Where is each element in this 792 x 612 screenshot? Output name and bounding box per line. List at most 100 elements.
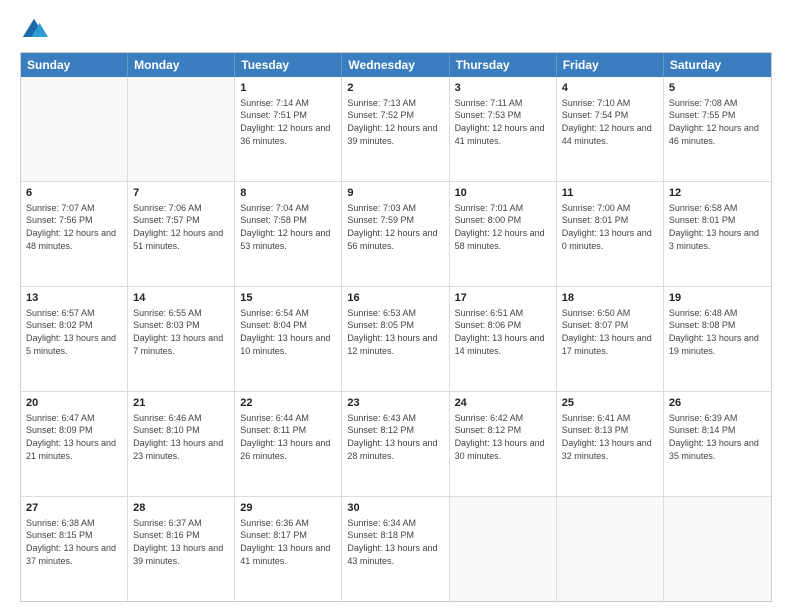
day-number: 14	[133, 291, 229, 306]
calendar-row-1: 6Sunrise: 7:07 AM Sunset: 7:56 PM Daylig…	[21, 182, 771, 287]
cell-info: Sunrise: 6:54 AM Sunset: 8:04 PM Dayligh…	[240, 307, 336, 357]
cell-info: Sunrise: 6:57 AM Sunset: 8:02 PM Dayligh…	[26, 307, 122, 357]
calendar-cell: 24Sunrise: 6:42 AM Sunset: 8:12 PM Dayli…	[450, 392, 557, 496]
day-number: 15	[240, 291, 336, 306]
cell-info: Sunrise: 6:58 AM Sunset: 8:01 PM Dayligh…	[669, 202, 766, 252]
calendar-cell	[450, 497, 557, 601]
calendar-cell: 3Sunrise: 7:11 AM Sunset: 7:53 PM Daylig…	[450, 77, 557, 181]
day-number: 10	[455, 186, 551, 201]
calendar-cell: 23Sunrise: 6:43 AM Sunset: 8:12 PM Dayli…	[342, 392, 449, 496]
page: SundayMondayTuesdayWednesdayThursdayFrid…	[0, 0, 792, 612]
day-number: 20	[26, 396, 122, 411]
day-number: 2	[347, 81, 443, 96]
logo	[20, 16, 52, 44]
calendar-cell: 19Sunrise: 6:48 AM Sunset: 8:08 PM Dayli…	[664, 287, 771, 391]
cell-info: Sunrise: 7:06 AM Sunset: 7:57 PM Dayligh…	[133, 202, 229, 252]
calendar-cell: 17Sunrise: 6:51 AM Sunset: 8:06 PM Dayli…	[450, 287, 557, 391]
calendar-cell: 14Sunrise: 6:55 AM Sunset: 8:03 PM Dayli…	[128, 287, 235, 391]
calendar-cell	[557, 497, 664, 601]
calendar-header-thursday: Thursday	[450, 53, 557, 77]
calendar-cell: 16Sunrise: 6:53 AM Sunset: 8:05 PM Dayli…	[342, 287, 449, 391]
day-number: 27	[26, 501, 122, 516]
calendar-header-row: SundayMondayTuesdayWednesdayThursdayFrid…	[21, 53, 771, 77]
day-number: 21	[133, 396, 229, 411]
calendar-cell: 21Sunrise: 6:46 AM Sunset: 8:10 PM Dayli…	[128, 392, 235, 496]
calendar-header-friday: Friday	[557, 53, 664, 77]
calendar-cell: 15Sunrise: 6:54 AM Sunset: 8:04 PM Dayli…	[235, 287, 342, 391]
calendar-row-0: 1Sunrise: 7:14 AM Sunset: 7:51 PM Daylig…	[21, 77, 771, 182]
calendar-cell: 28Sunrise: 6:37 AM Sunset: 8:16 PM Dayli…	[128, 497, 235, 601]
day-number: 9	[347, 186, 443, 201]
cell-info: Sunrise: 6:50 AM Sunset: 8:07 PM Dayligh…	[562, 307, 658, 357]
calendar-cell: 7Sunrise: 7:06 AM Sunset: 7:57 PM Daylig…	[128, 182, 235, 286]
day-number: 16	[347, 291, 443, 306]
calendar-header-monday: Monday	[128, 53, 235, 77]
day-number: 29	[240, 501, 336, 516]
logo-icon	[20, 16, 48, 44]
calendar-row-4: 27Sunrise: 6:38 AM Sunset: 8:15 PM Dayli…	[21, 497, 771, 601]
cell-info: Sunrise: 6:42 AM Sunset: 8:12 PM Dayligh…	[455, 412, 551, 462]
calendar-cell: 4Sunrise: 7:10 AM Sunset: 7:54 PM Daylig…	[557, 77, 664, 181]
calendar-cell	[128, 77, 235, 181]
calendar-cell: 8Sunrise: 7:04 AM Sunset: 7:58 PM Daylig…	[235, 182, 342, 286]
day-number: 13	[26, 291, 122, 306]
cell-info: Sunrise: 6:38 AM Sunset: 8:15 PM Dayligh…	[26, 517, 122, 567]
cell-info: Sunrise: 7:00 AM Sunset: 8:01 PM Dayligh…	[562, 202, 658, 252]
calendar-cell: 9Sunrise: 7:03 AM Sunset: 7:59 PM Daylig…	[342, 182, 449, 286]
calendar-cell	[21, 77, 128, 181]
cell-info: Sunrise: 7:14 AM Sunset: 7:51 PM Dayligh…	[240, 97, 336, 147]
calendar-row-2: 13Sunrise: 6:57 AM Sunset: 8:02 PM Dayli…	[21, 287, 771, 392]
calendar-cell: 26Sunrise: 6:39 AM Sunset: 8:14 PM Dayli…	[664, 392, 771, 496]
header	[20, 16, 772, 44]
cell-info: Sunrise: 6:36 AM Sunset: 8:17 PM Dayligh…	[240, 517, 336, 567]
cell-info: Sunrise: 7:07 AM Sunset: 7:56 PM Dayligh…	[26, 202, 122, 252]
calendar-cell: 10Sunrise: 7:01 AM Sunset: 8:00 PM Dayli…	[450, 182, 557, 286]
cell-info: Sunrise: 7:03 AM Sunset: 7:59 PM Dayligh…	[347, 202, 443, 252]
calendar-cell: 1Sunrise: 7:14 AM Sunset: 7:51 PM Daylig…	[235, 77, 342, 181]
cell-info: Sunrise: 6:46 AM Sunset: 8:10 PM Dayligh…	[133, 412, 229, 462]
calendar-header-sunday: Sunday	[21, 53, 128, 77]
day-number: 11	[562, 186, 658, 201]
calendar-cell: 30Sunrise: 6:34 AM Sunset: 8:18 PM Dayli…	[342, 497, 449, 601]
cell-info: Sunrise: 7:13 AM Sunset: 7:52 PM Dayligh…	[347, 97, 443, 147]
calendar-cell: 18Sunrise: 6:50 AM Sunset: 8:07 PM Dayli…	[557, 287, 664, 391]
calendar-cell: 27Sunrise: 6:38 AM Sunset: 8:15 PM Dayli…	[21, 497, 128, 601]
calendar-cell: 25Sunrise: 6:41 AM Sunset: 8:13 PM Dayli…	[557, 392, 664, 496]
cell-info: Sunrise: 7:10 AM Sunset: 7:54 PM Dayligh…	[562, 97, 658, 147]
day-number: 8	[240, 186, 336, 201]
day-number: 18	[562, 291, 658, 306]
day-number: 1	[240, 81, 336, 96]
day-number: 24	[455, 396, 551, 411]
cell-info: Sunrise: 6:34 AM Sunset: 8:18 PM Dayligh…	[347, 517, 443, 567]
cell-info: Sunrise: 6:55 AM Sunset: 8:03 PM Dayligh…	[133, 307, 229, 357]
cell-info: Sunrise: 6:37 AM Sunset: 8:16 PM Dayligh…	[133, 517, 229, 567]
calendar-cell: 29Sunrise: 6:36 AM Sunset: 8:17 PM Dayli…	[235, 497, 342, 601]
day-number: 19	[669, 291, 766, 306]
day-number: 5	[669, 81, 766, 96]
cell-info: Sunrise: 7:11 AM Sunset: 7:53 PM Dayligh…	[455, 97, 551, 147]
cell-info: Sunrise: 6:47 AM Sunset: 8:09 PM Dayligh…	[26, 412, 122, 462]
day-number: 28	[133, 501, 229, 516]
cell-info: Sunrise: 6:41 AM Sunset: 8:13 PM Dayligh…	[562, 412, 658, 462]
calendar-header-tuesday: Tuesday	[235, 53, 342, 77]
cell-info: Sunrise: 6:53 AM Sunset: 8:05 PM Dayligh…	[347, 307, 443, 357]
day-number: 17	[455, 291, 551, 306]
day-number: 23	[347, 396, 443, 411]
day-number: 26	[669, 396, 766, 411]
cell-info: Sunrise: 7:04 AM Sunset: 7:58 PM Dayligh…	[240, 202, 336, 252]
day-number: 3	[455, 81, 551, 96]
cell-info: Sunrise: 6:39 AM Sunset: 8:14 PM Dayligh…	[669, 412, 766, 462]
day-number: 6	[26, 186, 122, 201]
calendar-cell: 11Sunrise: 7:00 AM Sunset: 8:01 PM Dayli…	[557, 182, 664, 286]
cell-info: Sunrise: 6:43 AM Sunset: 8:12 PM Dayligh…	[347, 412, 443, 462]
cell-info: Sunrise: 7:08 AM Sunset: 7:55 PM Dayligh…	[669, 97, 766, 147]
cell-info: Sunrise: 6:44 AM Sunset: 8:11 PM Dayligh…	[240, 412, 336, 462]
calendar-cell: 12Sunrise: 6:58 AM Sunset: 8:01 PM Dayli…	[664, 182, 771, 286]
calendar-body: 1Sunrise: 7:14 AM Sunset: 7:51 PM Daylig…	[21, 77, 771, 601]
calendar-header-wednesday: Wednesday	[342, 53, 449, 77]
day-number: 25	[562, 396, 658, 411]
calendar-cell: 6Sunrise: 7:07 AM Sunset: 7:56 PM Daylig…	[21, 182, 128, 286]
calendar-cell: 2Sunrise: 7:13 AM Sunset: 7:52 PM Daylig…	[342, 77, 449, 181]
cell-info: Sunrise: 6:48 AM Sunset: 8:08 PM Dayligh…	[669, 307, 766, 357]
day-number: 7	[133, 186, 229, 201]
